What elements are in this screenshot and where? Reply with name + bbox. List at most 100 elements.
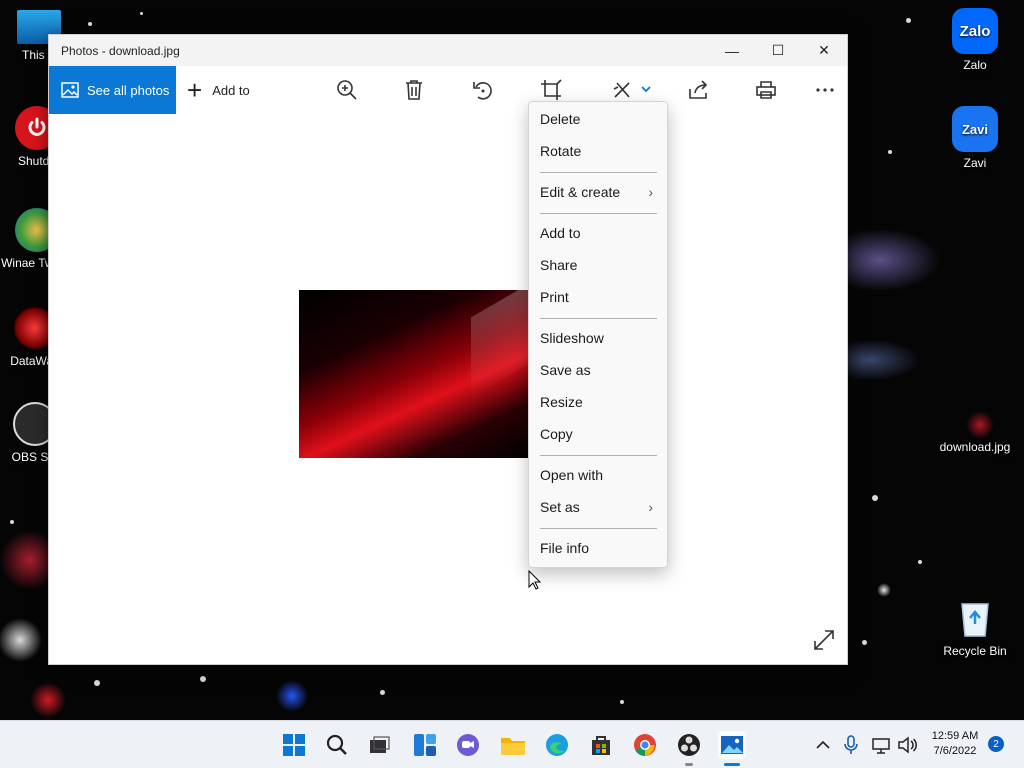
zavi-logo-text: Zavi	[961, 121, 988, 137]
desktop-icon-download-jpg[interactable]: download.jpg	[934, 406, 1016, 454]
desktop-icon-label: Zavi	[963, 156, 987, 170]
add-to-button[interactable]: + Add to	[187, 66, 250, 114]
menu-separator	[540, 528, 657, 529]
wallpaper-star	[140, 12, 143, 15]
minimize-button[interactable]: —	[709, 35, 755, 66]
wallpaper-star	[88, 22, 92, 26]
photo-gallery-icon	[61, 82, 79, 98]
chat-icon[interactable]	[454, 731, 482, 759]
task-view-icon[interactable]	[365, 731, 393, 759]
running-indicator	[685, 763, 693, 766]
see-all-photos-button[interactable]: See all photos	[49, 66, 176, 114]
menu-item-label: File info	[540, 540, 590, 556]
search-icon[interactable]	[323, 731, 351, 759]
wallpaper-star	[918, 560, 922, 564]
menu-item-label: Resize	[540, 394, 583, 410]
menu-separator	[540, 172, 657, 173]
desktop-icon-zavi[interactable]: Zavi Zavi	[938, 106, 1012, 170]
menu-item-set-as[interactable]: Set as ›	[529, 492, 667, 522]
zalo-logo-text: Zalo	[959, 22, 991, 40]
maximize-button[interactable]: ☐	[755, 35, 801, 66]
context-menu: Delete Rotate Edit & create › Add to Shar…	[528, 101, 668, 568]
menu-item-label: Rotate	[540, 143, 582, 159]
start-icon[interactable]	[280, 731, 308, 759]
menu-item-label: Set as	[540, 499, 580, 515]
delete-icon[interactable]	[401, 77, 427, 103]
menu-item-save-as[interactable]: Save as	[529, 355, 667, 385]
edge-icon[interactable]	[543, 731, 571, 759]
menu-separator	[540, 213, 657, 214]
desktop-icon-label: download.jpg	[939, 440, 1011, 454]
desktop-icon-recycle-bin[interactable]: Recycle Bin	[936, 596, 1014, 658]
see-all-photos-label: See all photos	[87, 82, 170, 98]
system-clock[interactable]: 12:59 AM 7/6/2022	[924, 729, 986, 759]
active-indicator	[724, 763, 740, 766]
menu-item-delete[interactable]: Delete	[529, 104, 667, 134]
desktop-icon-label: Recycle Bin	[943, 644, 1007, 658]
store-icon[interactable]	[587, 731, 615, 759]
zalo-icon: Zalo	[952, 8, 998, 54]
menu-separator	[540, 455, 657, 456]
window-title: Photos - download.jpg	[61, 43, 180, 58]
menu-item-slideshow[interactable]: Slideshow	[529, 323, 667, 353]
close-button[interactable]: ✕	[801, 35, 847, 66]
title-bar[interactable]: Photos - download.jpg — ☐ ✕	[49, 35, 847, 66]
zoom-icon[interactable]	[334, 77, 360, 103]
obs-taskbar-icon[interactable]	[675, 731, 703, 759]
menu-item-label: Add to	[540, 225, 581, 241]
image-file-icon	[953, 406, 997, 436]
volume-icon[interactable]	[896, 721, 918, 768]
menu-item-rotate[interactable]: Rotate	[529, 136, 667, 166]
clock-date: 7/6/2022	[933, 745, 977, 757]
chevron-right-icon: ›	[648, 499, 653, 515]
wallpaper-star	[200, 676, 206, 682]
add-to-label: Add to	[212, 82, 250, 98]
plus-icon: +	[187, 75, 203, 105]
menu-item-open-with[interactable]: Open with	[529, 460, 667, 490]
menu-item-add-to[interactable]: Add to	[529, 218, 667, 248]
menu-item-label: Save as	[540, 362, 591, 378]
wallpaper-star	[862, 640, 867, 645]
menu-item-label: Share	[540, 257, 578, 273]
widgets-icon[interactable]	[411, 731, 439, 759]
microphone-icon[interactable]	[840, 721, 862, 768]
more-icon[interactable]	[812, 77, 838, 103]
notification-badge[interactable]: 2	[988, 736, 1004, 752]
menu-item-share[interactable]: Share	[529, 250, 667, 280]
mouse-cursor-icon	[528, 569, 542, 595]
share-icon[interactable]	[685, 77, 711, 103]
wallpaper-star	[380, 690, 385, 695]
crop-icon[interactable]	[538, 77, 564, 103]
print-icon[interactable]	[753, 77, 779, 103]
photo-preview	[299, 282, 531, 458]
recycle-bin-icon	[953, 596, 997, 640]
menu-item-label: Print	[540, 289, 569, 305]
photos-toolbar: See all photos + Add to	[49, 66, 847, 114]
rotate-icon[interactable]	[470, 77, 496, 103]
edit-create-icon[interactable]	[609, 77, 653, 103]
menu-item-copy[interactable]: Copy	[529, 419, 667, 449]
menu-item-label: Delete	[540, 111, 581, 127]
menu-item-edit-create[interactable]: Edit & create ›	[529, 177, 667, 207]
chevron-up-icon[interactable]	[812, 721, 834, 768]
menu-item-file-info[interactable]: File info	[529, 533, 667, 563]
chevron-right-icon: ›	[648, 184, 653, 200]
photos-taskbar-icon[interactable]	[718, 731, 746, 759]
zavi-icon: Zavi	[952, 106, 998, 152]
menu-item-label: Copy	[540, 426, 573, 442]
menu-item-print[interactable]: Print	[529, 282, 667, 312]
photos-window: Photos - download.jpg — ☐ ✕ See all phot…	[48, 34, 848, 665]
chrome-icon[interactable]	[631, 731, 659, 759]
desktop-icon-label: Zalo	[963, 58, 987, 72]
file-explorer-icon[interactable]	[499, 731, 527, 759]
clock-time: 12:59 AM	[931, 730, 979, 742]
wallpaper-star	[94, 680, 100, 686]
menu-item-resize[interactable]: Resize	[529, 387, 667, 417]
wallpaper-star	[10, 520, 14, 524]
wallpaper-star	[872, 495, 878, 501]
menu-separator	[540, 318, 657, 319]
full-screen-icon[interactable]	[813, 629, 835, 651]
desktop-icon-zalo[interactable]: Zalo Zalo	[938, 8, 1012, 72]
wallpaper-star	[906, 18, 911, 23]
network-icon[interactable]	[870, 721, 892, 768]
